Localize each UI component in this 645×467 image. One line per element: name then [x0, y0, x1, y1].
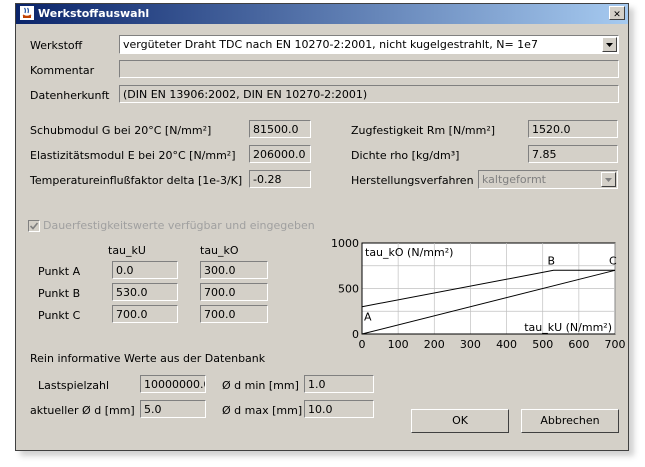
punkt-b-ko-field[interactable]: 700.0	[200, 283, 268, 301]
cancel-button[interactable]: Abbrechen	[521, 409, 619, 433]
punkt-a-ku-field[interactable]: 0.0	[112, 261, 178, 279]
col-header-tau-ku: tau_kU	[108, 244, 146, 257]
dmax-field[interactable]: 10.0	[304, 400, 374, 418]
x-tick-label: 300	[460, 338, 481, 351]
schubmodul-label: Schubmodul G bei 20°C [N/mm²]	[30, 124, 212, 137]
punkt-b-label: Punkt B	[38, 287, 81, 300]
kommentar-label: Kommentar	[30, 64, 95, 77]
zugfestigkeit-field[interactable]: 1520.0	[528, 120, 618, 138]
x-tick-label: 100	[388, 338, 409, 351]
x-axis-label: tau_kU (N/mm²)	[524, 321, 612, 334]
herstellung-select[interactable]: kaltgeformt	[478, 170, 618, 189]
x-tick-label: 700	[605, 338, 626, 351]
dichte-field[interactable]: 7.85	[528, 145, 618, 163]
dropdown-button[interactable]	[601, 172, 616, 187]
x-tick-label: 500	[532, 338, 553, 351]
info-heading: Rein informative Werte aus der Datenbank	[30, 352, 266, 365]
dichte-label: Dichte rho [kg/dm³]	[351, 149, 460, 162]
point-label-c: C	[609, 254, 617, 267]
punkt-a-ko-field[interactable]: 300.0	[200, 261, 268, 279]
chevron-down-icon	[606, 43, 613, 47]
window-title: Werkstoffauswahl	[38, 7, 150, 20]
y-axis-label: tau_kO (N/mm²)	[365, 246, 453, 259]
title-bar[interactable]: Werkstoffauswahl ✕	[16, 4, 628, 24]
herstellung-label: Herstellungsverfahren	[351, 174, 474, 187]
java-app-icon	[20, 6, 34, 20]
herstellung-value: kaltgeformt	[482, 173, 546, 186]
point-label-a: A	[364, 311, 372, 324]
y-tick-label: 500	[338, 283, 359, 296]
x-tick-label: 0	[359, 338, 366, 351]
ok-button[interactable]: OK	[411, 409, 509, 433]
goodman-chart: 0 100 200 300 400 500 600 700 0 500 1000 tau_kO (N/…	[331, 237, 626, 351]
chevron-down-icon	[605, 178, 612, 182]
point-label-b: B	[548, 254, 556, 267]
dialog-window: Werkstoffauswahl ✕ Werkstoff vergüteter …	[15, 3, 629, 451]
lastspiel-label: Lastspielzahl	[38, 379, 110, 392]
punkt-c-ku-field[interactable]: 700.0	[112, 305, 178, 323]
tempfaktor-field[interactable]: -0.28	[249, 170, 311, 188]
elastizitaet-field[interactable]: 206000.0	[249, 145, 311, 163]
aktuell-field[interactable]: 5.0	[140, 400, 206, 418]
dmin-label: Ø d min [mm]	[222, 379, 299, 392]
close-icon: ✕	[613, 10, 621, 20]
aktuell-label: aktueller Ø d [mm]	[30, 404, 135, 417]
punkt-c-label: Punkt C	[38, 309, 81, 322]
dauerfestigkeit-label: Dauerfestigkeitswerte verfügbar und eing…	[43, 219, 315, 232]
x-tick-label: 200	[424, 338, 445, 351]
werkstoff-label: Werkstoff	[30, 39, 83, 52]
elastizitaet-label: Elastizitätsmodul E bei 20°C [N/mm²]	[30, 149, 236, 162]
kommentar-field[interactable]	[119, 60, 619, 78]
werkstoff-select[interactable]: vergüteter Draht TDC nach EN 10270-2:200…	[119, 35, 619, 54]
dmax-label: Ø d max [mm]	[222, 404, 303, 417]
schubmodul-field[interactable]: 81500.0	[249, 120, 311, 138]
x-tick-label: 600	[568, 338, 589, 351]
dauerfestigkeit-checkbox[interactable]	[28, 220, 40, 232]
lastspiel-field[interactable]: 10000000.0	[140, 375, 206, 393]
punkt-a-label: Punkt A	[38, 265, 81, 278]
dropdown-button[interactable]	[602, 37, 617, 52]
datenherkunft-label: Datenherkunft	[30, 89, 110, 102]
y-tick-label: 1000	[331, 237, 359, 250]
x-tick-label: 400	[496, 338, 517, 351]
werkstoff-value: vergüteter Draht TDC nach EN 10270-2:200…	[123, 38, 538, 51]
dmin-field[interactable]: 1.0	[304, 375, 374, 393]
zugfestigkeit-label: Zugfestigkeit Rm [N/mm²]	[351, 124, 496, 137]
datenherkunft-field[interactable]: (DIN EN 13906:2002, DIN EN 10270-2:2001)	[119, 85, 619, 103]
tempfaktor-label: Temperatureinflußfaktor delta [1e-3/K]	[30, 174, 243, 187]
close-button[interactable]: ✕	[609, 6, 625, 20]
col-header-tau-ko: tau_kO	[200, 244, 239, 257]
y-tick-label: 0	[352, 328, 359, 341]
checkmark-icon	[29, 222, 39, 230]
punkt-b-ku-field[interactable]: 530.0	[112, 283, 178, 301]
punkt-c-ko-field[interactable]: 700.0	[200, 305, 268, 323]
